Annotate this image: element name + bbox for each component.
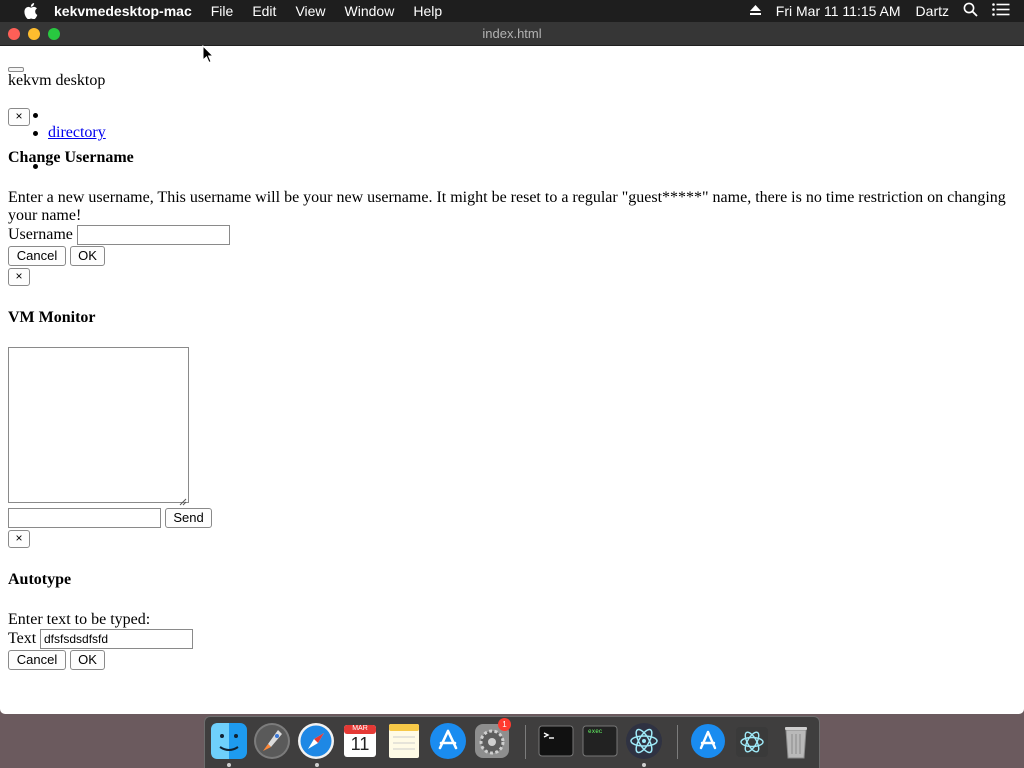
- running-indicator: [642, 763, 646, 767]
- exec-label: exec: [588, 728, 603, 735]
- spotlight-search-icon[interactable]: [963, 2, 978, 20]
- menu-window[interactable]: Window: [345, 3, 395, 19]
- autotype-text-label: Text: [8, 630, 37, 647]
- notification-center-icon[interactable]: [992, 3, 1010, 19]
- vm-monitor-command-input[interactable]: [8, 508, 161, 528]
- trash-icon[interactable]: [777, 722, 815, 760]
- menu-view[interactable]: View: [295, 3, 325, 19]
- terminal-icon[interactable]: [537, 722, 575, 760]
- window-titlebar[interactable]: index.html: [0, 22, 1024, 46]
- menu-edit[interactable]: Edit: [252, 3, 276, 19]
- app-name-menu[interactable]: kekvmedesktop-mac: [54, 3, 192, 19]
- list-bullet: [33, 131, 38, 136]
- autotype-heading: Autotype: [8, 571, 72, 588]
- calendar-month: MAR: [352, 725, 368, 732]
- menubar-user[interactable]: Dartz: [916, 3, 949, 19]
- app-window: index.html kekvm desktop × directory Cha…: [0, 22, 1024, 714]
- dock: MAR 11 1 exec: [204, 716, 820, 768]
- apple-logo-icon[interactable]: [22, 3, 40, 19]
- notification-badge: 1: [498, 718, 511, 731]
- menubar-clock[interactable]: Fri Mar 11 11:15 AM: [776, 3, 901, 19]
- dock-separator: [677, 725, 678, 759]
- autotype-text-input[interactable]: dfsfsdsdfsfd: [40, 629, 193, 649]
- autotype-cancel-button[interactable]: Cancel: [8, 650, 66, 670]
- calendar-day: 11: [350, 734, 370, 754]
- username-input[interactable]: [77, 225, 230, 245]
- electron-app-icon[interactable]: [733, 722, 771, 760]
- app-store-download-icon[interactable]: [689, 722, 727, 760]
- username-ok-button[interactable]: OK: [70, 246, 105, 266]
- menu-file[interactable]: File: [211, 3, 234, 19]
- page-content: kekvm desktop × directory Change Usernam…: [0, 46, 1024, 714]
- launchpad-icon[interactable]: [253, 722, 291, 760]
- system-preferences-icon[interactable]: 1: [473, 718, 511, 760]
- username-label: Username: [8, 226, 73, 243]
- autotype-instruction: Enter text to be typed:: [8, 611, 151, 628]
- window-title: index.html: [482, 26, 542, 41]
- electron-icon[interactable]: [625, 722, 663, 760]
- autotype-ok-button[interactable]: OK: [70, 650, 105, 670]
- vm-monitor-close-button[interactable]: ×: [8, 268, 30, 286]
- autotype-close-button[interactable]: ×: [8, 530, 30, 548]
- safari-icon[interactable]: [297, 722, 335, 760]
- finder-icon[interactable]: [210, 722, 248, 760]
- app-store-icon[interactable]: [429, 722, 467, 760]
- brand-title: kekvm desktop: [8, 72, 106, 89]
- nav-directory-link[interactable]: directory: [48, 124, 106, 142]
- username-cancel-button[interactable]: Cancel: [8, 246, 66, 266]
- calendar-icon[interactable]: MAR 11: [341, 722, 379, 760]
- running-indicator: [315, 763, 319, 767]
- running-indicator: [227, 763, 231, 767]
- eject-icon[interactable]: [749, 3, 762, 19]
- menu-bar: kekvmedesktop-mac File Edit View Window …: [0, 0, 1024, 22]
- vm-monitor-heading: VM Monitor: [8, 309, 96, 326]
- exec-console-icon[interactable]: exec: [581, 722, 619, 760]
- list-bullet: [33, 113, 38, 118]
- mouse-cursor-icon: [202, 44, 215, 69]
- notes-icon[interactable]: [385, 722, 423, 760]
- menu-help[interactable]: Help: [413, 3, 442, 19]
- vm-monitor-send-button[interactable]: Send: [165, 508, 212, 528]
- nav-close-button[interactable]: ×: [8, 108, 30, 126]
- change-username-description: Enter a new username, This username will…: [8, 189, 1006, 224]
- vm-monitor-output-textarea[interactable]: [8, 347, 189, 503]
- dock-separator: [525, 725, 526, 759]
- change-username-heading: Change Username: [8, 149, 134, 166]
